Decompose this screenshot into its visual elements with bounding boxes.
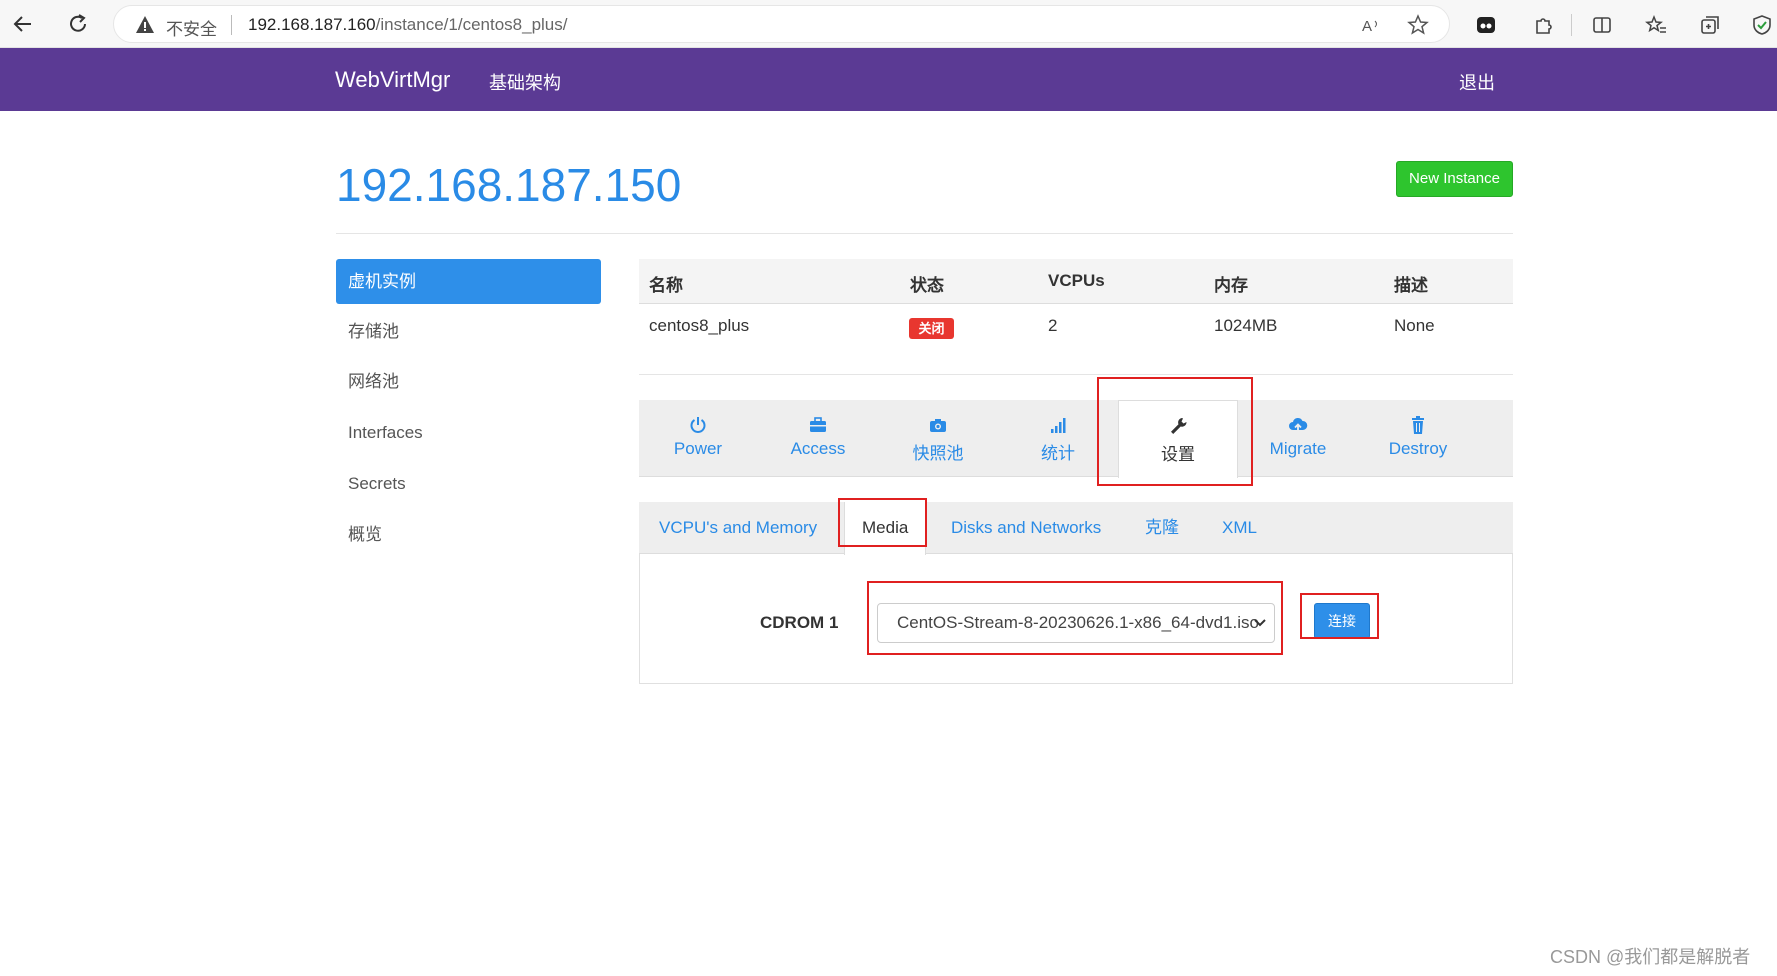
sidebar-item-instances[interactable]: 虚机实例: [336, 259, 601, 304]
tab-power-label: Power: [673, 439, 723, 458]
sidebar-item-storage[interactable]: 存储池: [336, 309, 601, 354]
sidebar-item-overview[interactable]: 概览: [336, 512, 601, 557]
url-path: /instance/1/centos8_plus/: [375, 15, 568, 34]
sidebar-item-interfaces[interactable]: Interfaces: [336, 410, 601, 455]
annotation-box-settings-tab: [1097, 377, 1253, 486]
subtab-clone[interactable]: 克隆: [1128, 502, 1196, 554]
header-divider: [336, 233, 1513, 234]
reload-button[interactable]: [64, 10, 92, 38]
address-url[interactable]: 192.168.187.160/instance/1/centos8_plus/: [248, 15, 567, 35]
split-screen-icon[interactable]: [1589, 12, 1615, 38]
column-header-description: 描述: [1394, 276, 1428, 295]
trash-icon: [1412, 416, 1424, 434]
warning-icon: [135, 15, 155, 39]
instance-vcpus: 2: [1048, 316, 1058, 335]
nav-infrastructure-link[interactable]: 基础架构: [489, 69, 561, 95]
toolbar-separator: [1571, 14, 1572, 36]
back-arrow-icon: [13, 16, 31, 32]
instance-memory: 1024MB: [1214, 316, 1278, 335]
address-bar[interactable]: 不安全 192.168.187.160/instance/1/centos8_p…: [113, 5, 1450, 43]
signal-icon: [1051, 418, 1066, 433]
page-title: 192.168.187.150: [336, 159, 682, 211]
extension-app-icon[interactable]: [1473, 12, 1499, 38]
collections-icon[interactable]: [1697, 12, 1723, 38]
instance-table-header: 名称 状态 VCPUs 内存 描述: [639, 259, 1513, 304]
favorite-star-icon[interactable]: [1406, 13, 1430, 37]
instance-description: None: [1394, 316, 1435, 335]
tab-power[interactable]: Power: [638, 400, 758, 477]
annotation-box-connect-button: [1300, 593, 1379, 639]
sidebar-item-secrets[interactable]: Secrets: [336, 461, 601, 506]
subtab-disks-networks[interactable]: Disks and Networks: [934, 502, 1118, 554]
url-host: 192.168.187.160: [248, 15, 376, 34]
insecure-label[interactable]: 不安全: [166, 15, 217, 40]
top-navbar: WebVirtMgr 基础架构 退出: [0, 48, 1777, 111]
cdrom-label: CDROM 1: [760, 613, 839, 632]
tab-access[interactable]: Access: [758, 400, 878, 477]
column-header-name: 名称: [649, 276, 683, 295]
column-header-vcpus: VCPUs: [1048, 271, 1105, 290]
tab-access-label: Access: [790, 439, 846, 458]
column-header-status: 状态: [910, 276, 944, 295]
back-button[interactable]: [9, 10, 37, 38]
logout-link[interactable]: 退出: [1459, 69, 1495, 95]
status-badge: 关闭: [909, 318, 954, 339]
annotation-box-media-tab: [838, 498, 927, 547]
favorites-list-icon[interactable]: [1643, 12, 1669, 38]
annotation-box-cdrom-select: [867, 581, 1283, 655]
power-icon: [690, 417, 706, 433]
browser-essentials-icon[interactable]: [1749, 12, 1775, 38]
table-divider: [639, 374, 1513, 375]
watermark: CSDN @我们都是解脱者: [1550, 947, 1751, 967]
tab-migrate[interactable]: Migrate: [1238, 400, 1358, 477]
reload-icon: [70, 14, 86, 32]
address-separator: [231, 15, 232, 35]
new-instance-button[interactable]: New Instance: [1396, 161, 1513, 197]
browser-toolbar: 不安全 192.168.187.160/instance/1/centos8_p…: [0, 0, 1777, 48]
camera-icon: [930, 419, 946, 432]
instance-name: centos8_plus: [649, 316, 750, 335]
svg-text:A: A: [1362, 18, 1372, 35]
tab-snapshots[interactable]: 快照池: [878, 400, 998, 477]
read-aloud-icon[interactable]: A: [1359, 13, 1383, 37]
cloud-upload-icon: [1289, 417, 1308, 432]
sidebar-item-networks[interactable]: 网络池: [336, 359, 601, 404]
extensions-puzzle-icon[interactable]: [1530, 12, 1556, 38]
subtab-xml[interactable]: XML: [1205, 502, 1274, 554]
tab-snapshots-label: 快照池: [912, 444, 964, 463]
brand-link[interactable]: WebVirtMgr: [335, 67, 450, 93]
subtab-vcpu-memory[interactable]: VCPU's and Memory: [642, 502, 834, 554]
tab-destroy-label: Destroy: [1388, 439, 1448, 458]
briefcase-icon: [810, 417, 826, 432]
tab-migrate-label: Migrate: [1269, 439, 1327, 458]
column-header-memory: 内存: [1214, 276, 1248, 295]
tab-destroy[interactable]: Destroy: [1358, 400, 1478, 477]
